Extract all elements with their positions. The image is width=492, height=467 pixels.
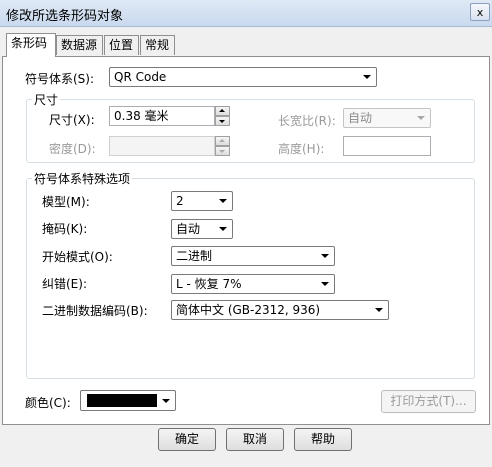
close-button[interactable]: x: [470, 3, 490, 21]
help-button[interactable]: 帮助: [294, 428, 352, 451]
chevron-down-icon: [321, 254, 329, 258]
aspect-ratio-value: 自动: [348, 111, 373, 125]
chevron-down-icon: [417, 116, 425, 120]
chevron-down-icon: [375, 308, 383, 312]
height-input[interactable]: [343, 136, 431, 156]
tab-label: 常规: [145, 38, 170, 52]
tab-label: 数据源: [61, 38, 98, 52]
spin-down-icon[interactable]: [215, 146, 230, 156]
symbology-label: 符号体系(S):: [25, 72, 95, 86]
close-icon: x: [476, 6, 484, 19]
model-value: 2: [176, 194, 184, 208]
start-mode-select[interactable]: 二进制: [171, 246, 335, 266]
mask-label: 掩码(K):: [42, 222, 88, 236]
start-mode-label: 开始模式(O):: [42, 250, 113, 264]
tab-label: 条形码: [11, 36, 48, 50]
spin-down-icon[interactable]: [215, 116, 230, 126]
spin-up-icon[interactable]: [215, 106, 230, 116]
chevron-down-icon: [321, 282, 329, 286]
density-spinner[interactable]: [215, 136, 230, 156]
size-spinner[interactable]: [215, 106, 230, 126]
color-select[interactable]: [80, 390, 176, 411]
binary-encoding-label: 二进制数据编码(B):: [42, 304, 148, 318]
size-group-title: 尺寸: [32, 91, 61, 108]
chevron-down-icon: [219, 227, 227, 231]
print-method-button[interactable]: 打印方式(T)...: [381, 390, 476, 413]
chevron-down-icon: [162, 399, 170, 403]
chevron-down-icon: [363, 75, 371, 79]
print-method-label: 打印方式(T)...: [390, 394, 467, 408]
color-label: 颜色(C):: [25, 396, 71, 410]
model-label: 模型(M):: [42, 195, 90, 209]
tab-position[interactable]: 位置: [104, 35, 139, 55]
tab-label: 位置: [109, 38, 134, 52]
mask-select[interactable]: 自动: [171, 219, 233, 239]
tab-barcode[interactable]: 条形码: [6, 33, 56, 57]
ok-button[interactable]: 确定: [158, 428, 216, 451]
error-correction-value: L - 恢复 7%: [176, 277, 242, 291]
ok-label: 确定: [174, 432, 199, 446]
start-mode-value: 二进制: [176, 249, 213, 263]
color-swatch: [87, 394, 157, 407]
help-label: 帮助: [310, 432, 335, 446]
height-label: 高度(H):: [278, 142, 325, 156]
size-label: 尺寸(X):: [49, 113, 95, 127]
size-value: 0.38 毫米: [114, 109, 169, 123]
mask-value: 自动: [176, 222, 201, 236]
density-input[interactable]: [109, 136, 215, 156]
tab-general[interactable]: 常规: [140, 35, 175, 55]
tab-data-source[interactable]: 数据源: [56, 35, 103, 55]
title-bar: 修改所选条形码对象 x: [0, 0, 492, 27]
window-title: 修改所选条形码对象: [6, 9, 124, 24]
chevron-down-icon: [219, 199, 227, 203]
options-group-title: 符号体系特殊选项: [32, 170, 133, 187]
binary-encoding-value: 简体中文 (GB-2312, 936): [176, 303, 321, 317]
cancel-button[interactable]: 取消: [226, 428, 284, 451]
size-input[interactable]: 0.38 毫米: [109, 106, 215, 126]
aspect-ratio-select[interactable]: 自动: [343, 108, 431, 128]
symbology-value: QR Code: [114, 70, 167, 84]
spin-up-icon[interactable]: [215, 136, 230, 146]
density-label: 密度(D):: [49, 142, 96, 156]
model-select[interactable]: 2: [171, 191, 233, 211]
cancel-label: 取消: [242, 432, 267, 446]
error-correction-select[interactable]: L - 恢复 7%: [171, 274, 335, 294]
symbology-select[interactable]: QR Code: [109, 67, 377, 87]
binary-encoding-select[interactable]: 简体中文 (GB-2312, 936): [171, 300, 389, 320]
aspect-ratio-label: 长宽比(R):: [278, 114, 336, 128]
error-correction-label: 纠错(E):: [42, 277, 87, 291]
